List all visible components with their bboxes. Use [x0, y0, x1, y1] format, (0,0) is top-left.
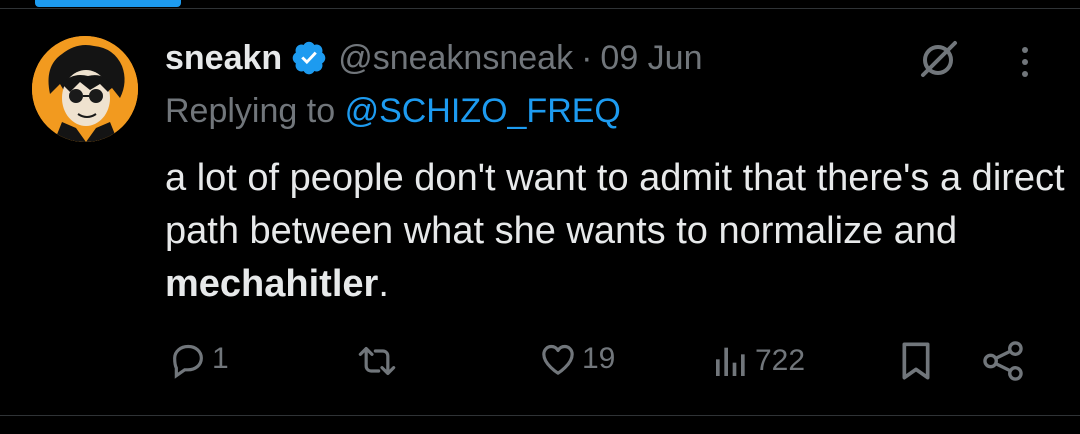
reply-count: 1 — [212, 342, 229, 375]
retweet-button[interactable] — [355, 341, 403, 381]
bookmark-icon — [902, 342, 930, 380]
tweet-text-bold: mechahitler — [165, 263, 379, 305]
share-icon — [983, 341, 1023, 381]
grok-icon[interactable] — [915, 38, 963, 80]
like-count: 19 — [582, 342, 616, 375]
heart-icon — [542, 344, 574, 375]
reply-button[interactable]: 1 — [168, 339, 229, 379]
separator-dot: · — [581, 38, 593, 77]
reply-to-handle[interactable]: @SCHIZO_FREQ — [345, 92, 621, 130]
views-button[interactable]: 722 — [711, 341, 805, 381]
tweet-text: a lot of people don't want to admit that… — [165, 152, 1065, 311]
handle[interactable]: @sneaknsneak — [338, 39, 573, 78]
like-button[interactable]: 19 — [538, 339, 615, 379]
bookmark-button[interactable] — [896, 339, 936, 383]
more-vertical-icon[interactable] — [1013, 42, 1037, 82]
tweet-text-main: a lot of people don't want to admit that… — [165, 157, 1065, 252]
tweet-text-end: . — [378, 263, 389, 305]
verified-badge-icon — [292, 41, 326, 75]
retweet-icon — [358, 346, 396, 376]
reply-icon — [173, 344, 203, 379]
bottom-divider — [0, 415, 1080, 416]
replying-to-label: Replying to — [165, 92, 336, 130]
top-divider — [0, 8, 1080, 9]
action-bar: 1 19 722 — [0, 335, 1080, 391]
avatar[interactable] — [32, 36, 138, 142]
views-count: 722 — [755, 344, 806, 377]
replying-to: Replying to @SCHIZO_FREQ — [165, 92, 621, 131]
tab-indicator — [35, 0, 181, 7]
views-icon — [716, 347, 745, 376]
display-name[interactable]: sneakn — [165, 39, 282, 78]
tweet-date[interactable]: 09 Jun — [600, 39, 702, 78]
avatar-illustration — [32, 36, 138, 142]
tweet-header: sneakn @sneaknsneak · 09 Jun — [165, 34, 703, 82]
share-button[interactable] — [980, 339, 1026, 383]
